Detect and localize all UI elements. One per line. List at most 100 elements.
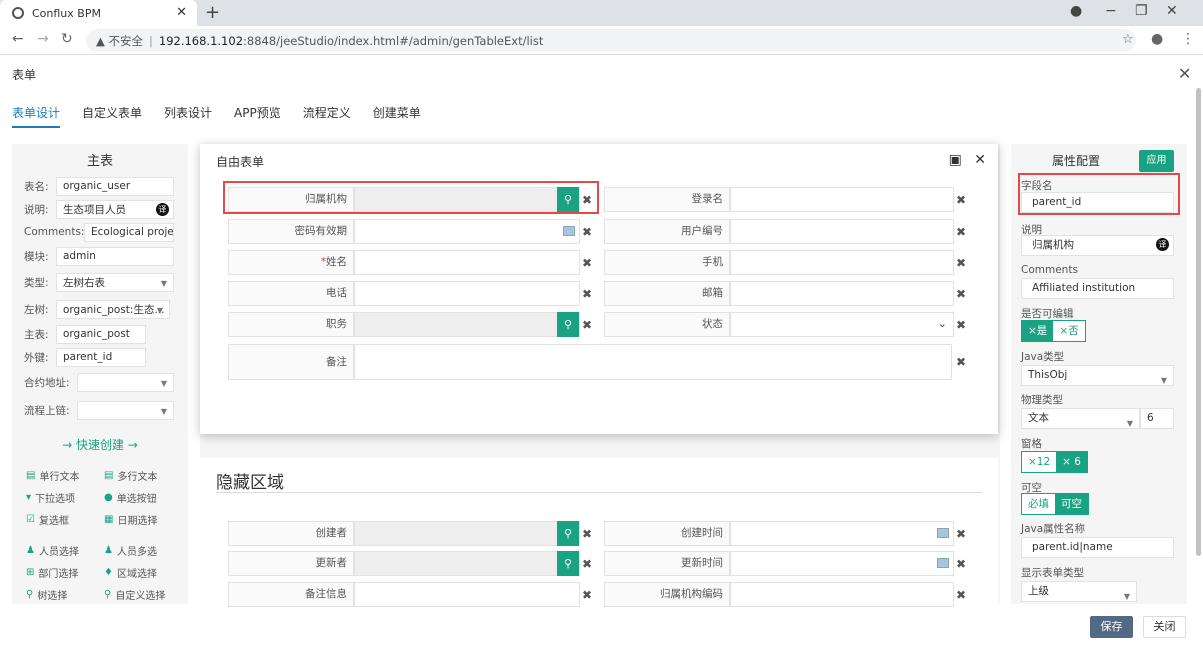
editable-no[interactable]: ×否 <box>1053 321 1085 341</box>
remove-field-icon[interactable]: ✖ <box>954 588 968 602</box>
minimize-icon[interactable]: − <box>1105 3 1117 19</box>
comp-users[interactable]: ♟ 人员多选 <box>104 543 157 558</box>
page-scrollbar[interactable] <box>1196 88 1201 556</box>
user-code-input[interactable] <box>730 219 954 244</box>
search-icon[interactable]: ⚲ <box>557 551 579 576</box>
foreign-key-input[interactable]: parent_id <box>56 347 146 367</box>
back-icon[interactable]: ← <box>12 31 24 47</box>
type-select[interactable]: 左树右表 ▼ <box>56 272 174 292</box>
comp-dropdown[interactable]: ▾ 下拉选项 <box>26 490 75 505</box>
comp-checkbox[interactable]: ☑ 复选框 <box>26 512 69 527</box>
apply-button[interactable]: 应用 <box>1139 150 1174 172</box>
remove-field-icon[interactable]: ✖ <box>580 527 594 541</box>
browser-tab[interactable]: Conflux BPM ✕ <box>0 0 197 26</box>
remove-field-icon[interactable]: ✖ <box>954 287 968 301</box>
tab-flow-definition[interactable]: 流程定义 <box>303 100 351 128</box>
remove-field-icon[interactable]: ✖ <box>954 355 968 369</box>
chain-select[interactable]: ▼ <box>77 400 174 420</box>
remove-field-icon[interactable]: ✖ <box>954 256 968 270</box>
search-icon[interactable]: ⚲ <box>557 312 579 337</box>
comments-input[interactable]: Ecological project p <box>84 222 174 242</box>
remove-field-icon[interactable]: ✖ <box>580 256 594 270</box>
tab-app-preview[interactable]: APP预览 <box>234 100 281 128</box>
remove-field-icon[interactable]: ✖ <box>954 225 968 239</box>
restore-window-icon[interactable]: ▣ <box>949 152 962 168</box>
save-button[interactable]: 保存 <box>1090 616 1133 638</box>
tab-list-design[interactable]: 列表设计 <box>164 100 212 128</box>
translate-icon[interactable]: 译 <box>1156 238 1169 251</box>
remove-field-icon[interactable]: ✖ <box>954 193 968 207</box>
remove-field-icon[interactable]: ✖ <box>580 557 594 571</box>
status-select[interactable]: ⌄ <box>730 312 954 337</box>
translate-icon[interactable]: 译 <box>156 202 169 216</box>
editable-yes[interactable]: ×是 <box>1022 321 1054 341</box>
comp-area[interactable]: ♦ 区域选择 <box>104 565 157 580</box>
left-tree-select[interactable]: organic_post:生态... ▼ <box>56 299 170 319</box>
module-input[interactable]: admin <box>56 246 174 266</box>
forward-icon[interactable]: → <box>37 31 49 47</box>
remove-field-icon[interactable]: ✖ <box>954 318 968 332</box>
org-code-input[interactable] <box>730 582 954 607</box>
phone-input[interactable] <box>354 281 580 306</box>
comments-input[interactable]: Affiliated institution <box>1021 278 1174 299</box>
comp-radio[interactable]: ● 单选按钮 <box>104 490 157 505</box>
updater-input[interactable]: ⚲ <box>354 551 580 576</box>
remark-info-input[interactable] <box>354 582 580 607</box>
nullable-option[interactable]: 可空 <box>1055 494 1088 514</box>
remove-field-icon[interactable]: ✖ <box>954 557 968 571</box>
remove-field-icon[interactable]: ✖ <box>580 287 594 301</box>
editable-toggle[interactable]: ×是 ×否 <box>1021 320 1086 342</box>
java-type-select[interactable]: ThisObj ▼ <box>1021 365 1174 386</box>
tab-form-design[interactable]: 表单设计 <box>12 100 61 128</box>
creator-input[interactable]: ⚲ <box>354 521 580 546</box>
close-icon[interactable]: ✕ <box>974 152 986 168</box>
comp-tree[interactable]: ⚲ 树选择 <box>26 587 67 602</box>
tab-custom-form[interactable]: 自定义表单 <box>82 100 142 128</box>
mobile-input[interactable] <box>730 250 954 275</box>
comp-multi-text[interactable]: ▤ 多行文本 <box>104 468 157 483</box>
insecure-warning[interactable]: ▲ 不安全 <box>96 33 143 49</box>
remark-textarea[interactable] <box>354 344 952 380</box>
master-table-input[interactable]: organic_post <box>56 324 146 344</box>
table-name-input[interactable]: organic_user <box>56 176 174 196</box>
desc-input[interactable]: 生态项目人员 译 <box>56 199 174 219</box>
show-type-select[interactable]: 上级 ▼ <box>1021 581 1137 602</box>
comp-user[interactable]: ♟ 人员选择 <box>26 543 79 558</box>
remove-field-icon[interactable]: ✖ <box>580 318 594 332</box>
java-attr-input[interactable]: parent.id|name <box>1021 537 1174 558</box>
remove-field-icon[interactable]: ✖ <box>580 225 594 239</box>
comp-custom[interactable]: ⚲ 自定义选择 <box>104 587 165 602</box>
update-time-input[interactable] <box>730 551 954 576</box>
comp-date[interactable]: ▦ 日期选择 <box>104 512 157 527</box>
name-input[interactable] <box>354 250 580 275</box>
bookmark-star-icon[interactable]: ☆ <box>1122 32 1134 47</box>
remove-field-icon[interactable]: ✖ <box>954 527 968 541</box>
profile-icon[interactable]: ● <box>1070 3 1082 19</box>
phys-length-input[interactable]: 6 <box>1140 408 1174 429</box>
pwd-expiry-input[interactable] <box>354 219 580 244</box>
nullable-toggle[interactable]: 必填 可空 <box>1021 493 1089 515</box>
search-icon[interactable]: ⚲ <box>557 521 579 546</box>
tab-create-menu[interactable]: 创建菜单 <box>373 100 421 128</box>
close-button[interactable]: 关闭 <box>1143 616 1186 638</box>
account-icon[interactable]: ● <box>1151 31 1163 47</box>
modal-close-icon[interactable]: ✕ <box>1178 64 1191 83</box>
comp-department[interactable]: ⊞ 部门选择 <box>26 565 78 580</box>
field-name-input[interactable]: parent_id <box>1021 192 1174 213</box>
browser-menu-icon[interactable]: ⋮ <box>1181 31 1195 47</box>
remove-field-icon[interactable]: ✖ <box>580 588 594 602</box>
maximize-icon[interactable]: ❐ <box>1135 3 1148 19</box>
position-input[interactable]: ⚲ <box>354 312 580 337</box>
reload-icon[interactable]: ↻ <box>61 31 73 47</box>
login-name-input[interactable] <box>730 187 954 212</box>
email-input[interactable] <box>730 281 954 306</box>
grid-12[interactable]: ×12 <box>1022 452 1057 472</box>
url-field[interactable]: ▲ 不安全 | 192.168.1.102 :8848/jeeStudio/in… <box>86 29 1136 52</box>
grid-6[interactable]: × 6 <box>1056 452 1087 472</box>
required-option[interactable]: 必填 <box>1022 494 1055 514</box>
comp-single-text[interactable]: ▤ 单行文本 <box>26 468 79 483</box>
tab-close-icon[interactable]: ✕ <box>176 5 187 20</box>
window-close-icon[interactable]: ✕ <box>1166 3 1178 19</box>
contract-address-select[interactable]: ▼ <box>77 372 174 392</box>
quick-create-button[interactable]: → 快速创建 → <box>12 436 188 453</box>
